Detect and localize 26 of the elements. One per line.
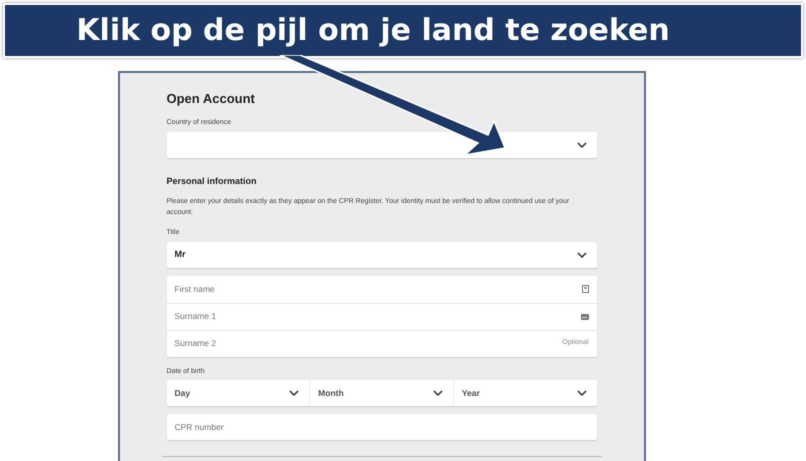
input-placeholder: Surname 2 bbox=[174, 337, 216, 350]
chevron-down-icon bbox=[576, 390, 587, 396]
text-input[interactable]: Surname 1 bbox=[166, 302, 596, 330]
chevron-down-icon bbox=[576, 142, 586, 148]
chevron-down-icon bbox=[432, 390, 443, 396]
contact-card-icon bbox=[582, 285, 588, 293]
date-select[interactable]: Month bbox=[309, 380, 453, 406]
select-placeholder: Day bbox=[174, 386, 190, 400]
chevron-down-icon bbox=[576, 252, 586, 258]
input-placeholder: First name bbox=[174, 282, 215, 296]
text-input[interactable]: First name bbox=[166, 276, 596, 302]
section-title: Personal information bbox=[166, 174, 258, 188]
date-select[interactable]: Year bbox=[452, 380, 597, 406]
select-placeholder: Year bbox=[462, 386, 480, 400]
banner-text: Klik op de pijl om je land te zoeken bbox=[76, 12, 670, 50]
input-placeholder: CPR number bbox=[174, 420, 224, 434]
form-title: Open Account bbox=[166, 90, 256, 107]
card-icon bbox=[580, 314, 588, 320]
select-placeholder: Month bbox=[318, 386, 344, 400]
chevron-down-icon bbox=[289, 390, 300, 396]
date-select[interactable]: Day bbox=[166, 380, 310, 406]
title-select[interactable]: Mr bbox=[166, 242, 596, 268]
text-input[interactable]: CPR number bbox=[166, 414, 596, 440]
country-select[interactable] bbox=[166, 132, 596, 158]
select-value: Mr bbox=[174, 248, 186, 261]
input-placeholder: Surname 1 bbox=[174, 310, 216, 323]
